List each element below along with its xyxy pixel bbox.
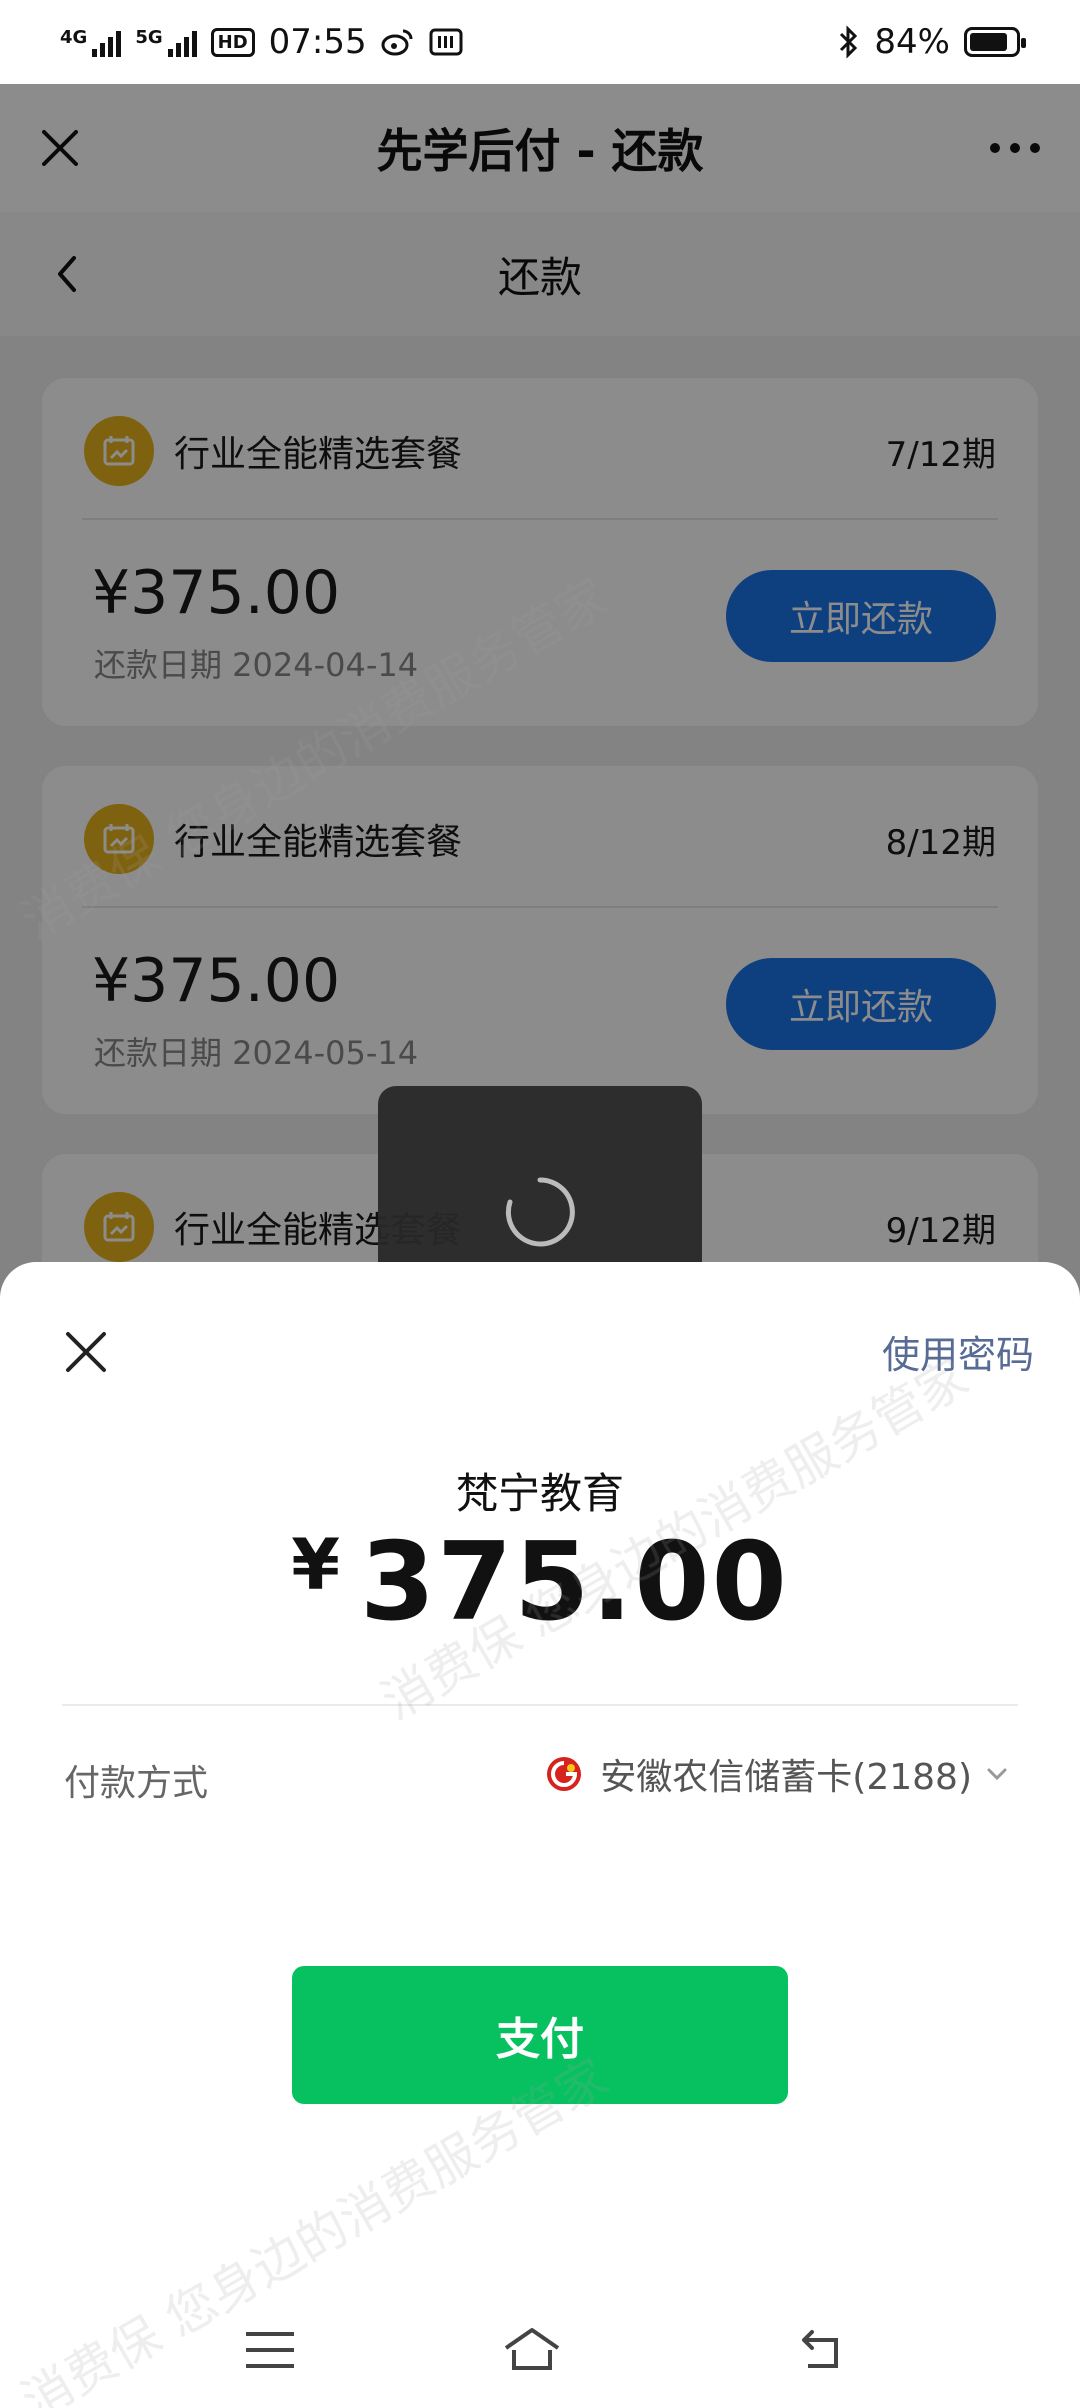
- status-time: 07:55: [268, 22, 367, 62]
- status-bar: 4G 5G HD 07:55 84%: [0, 0, 1080, 84]
- divider: [62, 1704, 1018, 1706]
- pay-button[interactable]: 支付: [292, 1966, 788, 2104]
- bank-logo-icon: [547, 1757, 582, 1791]
- payment-method-value: 安徽农信储蓄卡(2188): [600, 1757, 972, 1798]
- signal-4g-icon: 4G: [60, 27, 122, 57]
- currency-symbol: ¥: [291, 1524, 342, 1606]
- signal-5g-icon: 5G: [135, 27, 197, 57]
- use-password-link[interactable]: 使用密码: [882, 1324, 1034, 1379]
- system-navigation-bar: [0, 2300, 1080, 2408]
- hd-voice-icon: HD: [210, 27, 255, 57]
- loading-spinner-icon: [505, 1177, 575, 1247]
- amount-value: 375.00: [359, 1520, 789, 1645]
- payment-sheet: 使用密码 梵宁教育 ¥375.00 付款方式 安徽农信储蓄卡(2188) 支付: [0, 1262, 1080, 2408]
- weibo-icon: [381, 29, 413, 56]
- network-type-2: 5G: [135, 27, 163, 48]
- merchant-name: 梵宁教育: [455, 1469, 624, 1518]
- network-type-1: 4G: [60, 27, 88, 48]
- back-icon[interactable]: [790, 2320, 850, 2380]
- payment-amount: ¥375.00: [0, 1520, 1080, 1645]
- payment-method-selector[interactable]: 安徽农信储蓄卡(2188): [544, 1748, 1010, 1800]
- battery-percent: 84%: [874, 22, 950, 62]
- screen: 4G 5G HD 07:55 84% 先学后付 - 还款 还款 行业全能精选套餐…: [0, 0, 1080, 2408]
- chevron-down-icon: [987, 1768, 1007, 1781]
- payment-method-label: 付款方式: [64, 1763, 209, 1804]
- close-icon[interactable]: [58, 1324, 114, 1380]
- iqiyi-icon: [429, 28, 463, 56]
- bluetooth-icon: [840, 25, 858, 59]
- battery-icon: [964, 27, 1026, 57]
- menu-icon[interactable]: [240, 2320, 300, 2380]
- home-icon[interactable]: [502, 2320, 562, 2380]
